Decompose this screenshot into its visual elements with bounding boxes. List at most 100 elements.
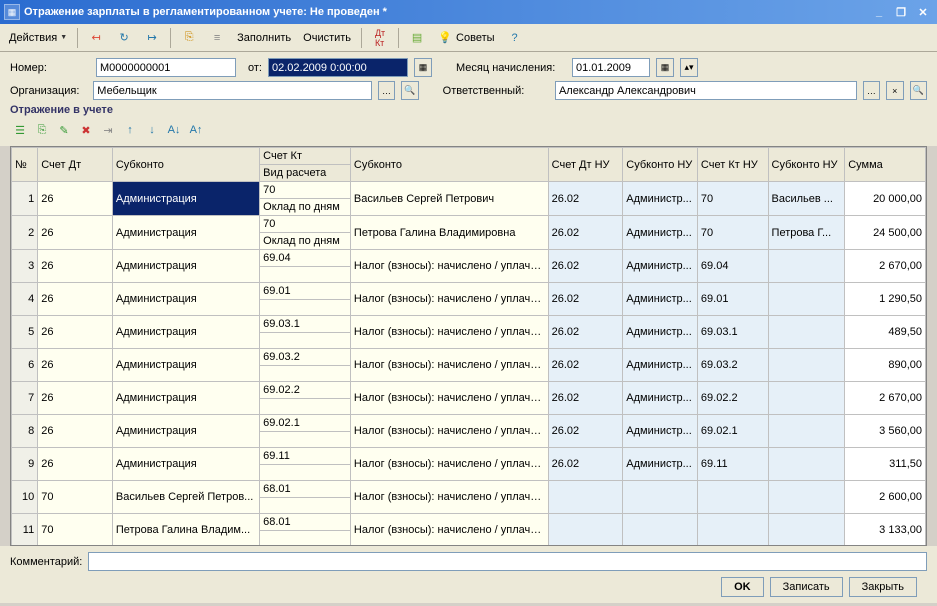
cell-sub2[interactable]: Налог (взносы): начислено / уплачено: [350, 481, 548, 514]
month-spinner-button[interactable]: ▴▾: [680, 58, 698, 77]
cell-dt[interactable]: 26: [38, 316, 113, 349]
cell-dtnu[interactable]: 26.02: [548, 448, 623, 481]
cell-vid[interactable]: [260, 267, 351, 283]
cell-ktnu[interactable]: 69.02.2: [697, 382, 768, 415]
number-field[interactable]: М0000000001: [96, 58, 236, 77]
cell-sum[interactable]: 890,00: [845, 349, 926, 382]
cell-sum[interactable]: 1 290,50: [845, 283, 926, 316]
resp-clear-button[interactable]: ×: [886, 81, 903, 100]
resp-search-button[interactable]: 🔍: [910, 81, 927, 100]
cell-sum[interactable]: 20 000,00: [845, 182, 926, 216]
edit-row-button[interactable]: ✎: [54, 120, 74, 140]
cell-vid[interactable]: Оклад по дням: [260, 199, 351, 216]
cell-dt[interactable]: 26: [38, 415, 113, 448]
cell-sub2[interactable]: Налог (взносы): начислено / уплачено: [350, 283, 548, 316]
cell-dt[interactable]: 26: [38, 216, 113, 250]
cell-subnu2[interactable]: [768, 481, 845, 514]
table-row[interactable]: 526Администрация69.03.1Налог (взносы): н…: [12, 316, 926, 333]
cell-vid[interactable]: [260, 333, 351, 349]
delete-row-button[interactable]: ✖: [76, 120, 96, 140]
cell-vid[interactable]: [260, 300, 351, 316]
cell-ktnu[interactable]: 69.03.1: [697, 316, 768, 349]
cell-kt[interactable]: 70: [260, 216, 351, 233]
postings-button[interactable]: ДтКт: [367, 27, 393, 49]
col-kt[interactable]: Счет Кт: [260, 148, 351, 165]
cell-ktnu[interactable]: 69.11: [697, 448, 768, 481]
resp-field[interactable]: Александр Александрович: [555, 81, 857, 100]
cell-ktnu[interactable]: 69.03.2: [697, 349, 768, 382]
clear-button[interactable]: Очистить: [298, 27, 356, 49]
cell-vid[interactable]: [260, 399, 351, 415]
col-dt[interactable]: Счет Дт: [38, 148, 113, 182]
table-row[interactable]: 1070Васильев Сергей Петров...68.01Налог …: [12, 481, 926, 498]
cell-sub2[interactable]: Налог (взносы): начислено / уплачено: [350, 448, 548, 481]
fill-button[interactable]: Заполнить: [232, 27, 296, 49]
cell-dtnu[interactable]: 26.02: [548, 349, 623, 382]
cell-subnu[interactable]: [623, 481, 698, 514]
col-sub2[interactable]: Субконто: [350, 148, 548, 182]
cell-sub[interactable]: Администрация: [112, 382, 259, 415]
cell-subnu[interactable]: Администр...: [623, 250, 698, 283]
cell-sum[interactable]: 2 670,00: [845, 250, 926, 283]
cell-subnu2[interactable]: [768, 415, 845, 448]
cell-subnu2[interactable]: [768, 514, 845, 547]
table-row[interactable]: 826Администрация69.02.1Налог (взносы): н…: [12, 415, 926, 432]
cell-ktnu[interactable]: 69.02.1: [697, 415, 768, 448]
cell-sub2[interactable]: Налог (взносы): начислено / уплачено: [350, 382, 548, 415]
report-button[interactable]: ▤: [404, 27, 430, 49]
cell-sub2[interactable]: Васильев Сергей Петрович: [350, 182, 548, 216]
cell-sub[interactable]: Администрация: [112, 182, 259, 216]
cell-subnu[interactable]: Администр...: [623, 349, 698, 382]
cell-sub[interactable]: Администрация: [112, 448, 259, 481]
cell-dtnu[interactable]: 26.02: [548, 250, 623, 283]
comment-input[interactable]: [88, 552, 927, 571]
cell-sub[interactable]: Администрация: [112, 316, 259, 349]
cell-sub[interactable]: Администрация: [112, 250, 259, 283]
cell-dt[interactable]: 26: [38, 382, 113, 415]
col-sum[interactable]: Сумма: [845, 148, 926, 182]
cell-subnu2[interactable]: Васильев ...: [768, 182, 845, 216]
actions-menu[interactable]: Действия▼: [4, 27, 72, 49]
cell-sub2[interactable]: Налог (взносы): начислено / уплачено: [350, 316, 548, 349]
cell-ktnu[interactable]: 69.04: [697, 250, 768, 283]
minimize-button[interactable]: _: [869, 3, 889, 21]
cell-sub2[interactable]: Налог (взносы): начислено / уплачено: [350, 250, 548, 283]
date-field[interactable]: 02.02.2009 0:00:00: [268, 58, 408, 77]
cell-sub2[interactable]: Налог (взносы): начислено / уплачено: [350, 415, 548, 448]
cell-kt[interactable]: 68.01: [260, 514, 351, 531]
cell-dt[interactable]: 70: [38, 514, 113, 547]
col-subnu2[interactable]: Субконто НУ: [768, 148, 845, 182]
cell-dtnu[interactable]: 26.02: [548, 182, 623, 216]
cell-sub2[interactable]: Налог (взносы): начислено / уплачено: [350, 514, 548, 547]
table-row[interactable]: 226Администрация70Петрова Галина Владими…: [12, 216, 926, 233]
cell-sub[interactable]: Петрова Галина Владим...: [112, 514, 259, 547]
cell-vid[interactable]: [260, 432, 351, 448]
move-down-button[interactable]: ↓: [142, 120, 162, 140]
cell-dtnu[interactable]: 26.02: [548, 316, 623, 349]
cell-sum[interactable]: 3 560,00: [845, 415, 926, 448]
col-n[interactable]: №: [12, 148, 38, 182]
cell-sum[interactable]: 2 670,00: [845, 382, 926, 415]
cell-kt[interactable]: 69.11: [260, 448, 351, 465]
cell-sub2[interactable]: Налог (взносы): начислено / уплачено: [350, 349, 548, 382]
nav-forward-button[interactable]: ↦: [139, 27, 165, 49]
cell-kt[interactable]: 69.02.2: [260, 382, 351, 399]
cell-ktnu[interactable]: 70: [697, 216, 768, 250]
col-ktnu[interactable]: Счет Кт НУ: [697, 148, 768, 182]
org-field[interactable]: Мебельщик: [93, 81, 371, 100]
cell-subnu2[interactable]: [768, 283, 845, 316]
cell-kt[interactable]: 69.01: [260, 283, 351, 300]
copy-button[interactable]: ⎘: [176, 27, 202, 49]
save-button[interactable]: Записать: [770, 577, 843, 597]
resp-select-button[interactable]: …: [863, 81, 880, 100]
cell-sum[interactable]: 3 133,00: [845, 514, 926, 547]
cell-sub2[interactable]: Петрова Галина Владимировна: [350, 216, 548, 250]
move-up-button[interactable]: ↑: [120, 120, 140, 140]
org-search-button[interactable]: 🔍: [401, 81, 418, 100]
col-sub[interactable]: Субконто: [112, 148, 259, 182]
cell-sum[interactable]: 2 600,00: [845, 481, 926, 514]
cell-sum[interactable]: 311,50: [845, 448, 926, 481]
cell-kt[interactable]: 69.03.2: [260, 349, 351, 366]
cell-subnu2[interactable]: [768, 349, 845, 382]
cell-subnu2[interactable]: [768, 316, 845, 349]
